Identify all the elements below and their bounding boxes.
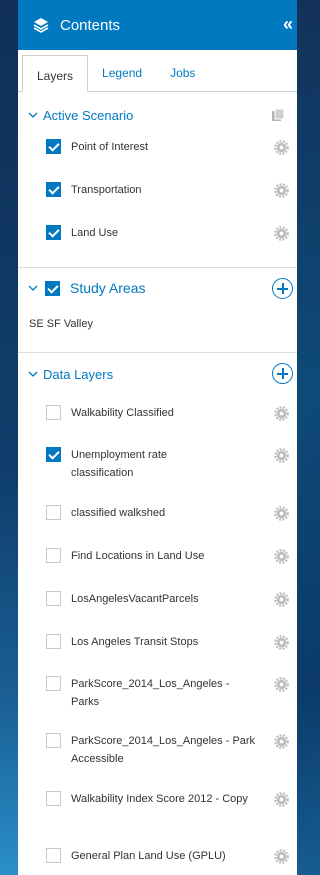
chevron-down-icon[interactable] [27, 368, 39, 380]
gear-icon[interactable] [274, 849, 289, 864]
layers-icon [33, 18, 49, 33]
checkbox[interactable] [46, 591, 61, 606]
layer-label: Walkability Index Score 2012 - Copy [71, 793, 248, 805]
gear-icon[interactable] [274, 406, 289, 421]
layer-label: Los Angeles Transit Stops [71, 636, 199, 648]
copy-icon[interactable] [271, 108, 285, 122]
gear-icon[interactable] [274, 734, 289, 749]
tab-bar: Layers Legend Jobs [18, 50, 297, 92]
layer-row[interactable]: Unemployment rate classification [18, 446, 297, 504]
gear-icon[interactable] [274, 506, 289, 521]
layer-row[interactable]: ParkScore_2014_Los_Angeles - Park Access… [18, 732, 297, 790]
checkbox[interactable] [46, 182, 61, 197]
checkbox[interactable] [46, 225, 61, 240]
gear-icon[interactable] [274, 677, 289, 692]
chevron-down-icon[interactable] [27, 282, 39, 294]
layer-row[interactable]: ParkScore_2014_Los_Angeles - Parks [18, 675, 297, 732]
layer-label: ParkScore_2014_Los_Angeles - Park Access… [71, 735, 256, 765]
checkbox[interactable] [46, 505, 61, 520]
layer-row-point-of-interest[interactable]: Point of Interest [18, 138, 297, 181]
checkbox[interactable] [46, 733, 61, 748]
tab-legend[interactable]: Legend [88, 61, 156, 91]
layer-row[interactable]: General Plan Land Use (GPLU) [18, 847, 297, 875]
gear-icon[interactable] [274, 592, 289, 607]
layer-row-transportation[interactable]: Transportation [18, 181, 297, 224]
gear-icon[interactable] [274, 448, 289, 463]
gear-icon[interactable] [274, 183, 289, 198]
tab-layers[interactable]: Layers [22, 55, 89, 92]
gear-icon[interactable] [274, 140, 289, 155]
layer-label: Land Use [71, 227, 119, 239]
study-areas-header[interactable]: Study Areas [18, 268, 297, 308]
layer-row[interactable]: Los Angeles Transit Stops [18, 633, 297, 675]
layer-label: classified walkshed [71, 507, 166, 519]
active-scenario-header[interactable]: Active Scenario [18, 92, 297, 138]
checkbox[interactable] [46, 848, 61, 863]
layer-label: LosAngelesVacantParcels [71, 593, 199, 605]
checkbox[interactable] [46, 548, 61, 563]
layer-label: Transportation [71, 184, 142, 196]
checkbox[interactable] [46, 139, 61, 154]
panel-title: Contents [60, 16, 121, 34]
layer-row[interactable]: classified walkshed [18, 504, 297, 547]
layer-row-land-use[interactable]: Land Use [18, 224, 297, 267]
checkbox[interactable] [46, 791, 61, 806]
add-icon[interactable] [272, 363, 293, 384]
layer-row[interactable]: LosAngelesVacantParcels [18, 590, 297, 633]
gear-icon[interactable] [274, 635, 289, 650]
data-layers-title: Data Layers [43, 366, 114, 382]
checkbox[interactable] [46, 676, 61, 691]
study-area-item[interactable]: SE SF Valley [18, 308, 297, 346]
layer-label: ParkScore_2014_Los_Angeles - Parks [71, 678, 230, 708]
layer-row[interactable]: Find Locations in Land Use [18, 547, 297, 590]
study-areas-title: Study Areas [70, 280, 146, 296]
layer-label: Point of Interest [71, 141, 149, 153]
chevron-down-icon[interactable] [27, 109, 39, 121]
checkbox[interactable] [46, 405, 61, 420]
layer-label: General Plan Land Use (GPLU) [71, 850, 226, 862]
checkbox[interactable] [46, 447, 61, 462]
data-layers-header[interactable]: Data Layers [18, 353, 297, 395]
gear-icon[interactable] [274, 226, 289, 241]
layer-label: Find Locations in Land Use [71, 550, 205, 562]
active-scenario-title: Active Scenario [43, 107, 134, 123]
checkbox[interactable] [46, 634, 61, 649]
add-icon[interactable] [272, 278, 293, 299]
gear-icon[interactable] [274, 792, 289, 807]
layer-row[interactable]: Walkability Index Score 2012 - Copy [18, 790, 297, 847]
layer-label: Walkability Classified [71, 407, 174, 419]
gear-icon[interactable] [274, 549, 289, 564]
map-background-edge [0, 0, 18, 875]
collapse-icon[interactable]: « [283, 14, 297, 35]
checkbox[interactable] [45, 280, 60, 296]
tab-jobs[interactable]: Jobs [156, 61, 209, 91]
contents-panel: Contents « Layers Legend Jobs Active Sce… [18, 0, 297, 875]
panel-header: Contents « [18, 0, 297, 50]
layer-row[interactable]: Walkability Classified [18, 404, 297, 446]
layer-label: Unemployment rate classification [71, 449, 167, 479]
